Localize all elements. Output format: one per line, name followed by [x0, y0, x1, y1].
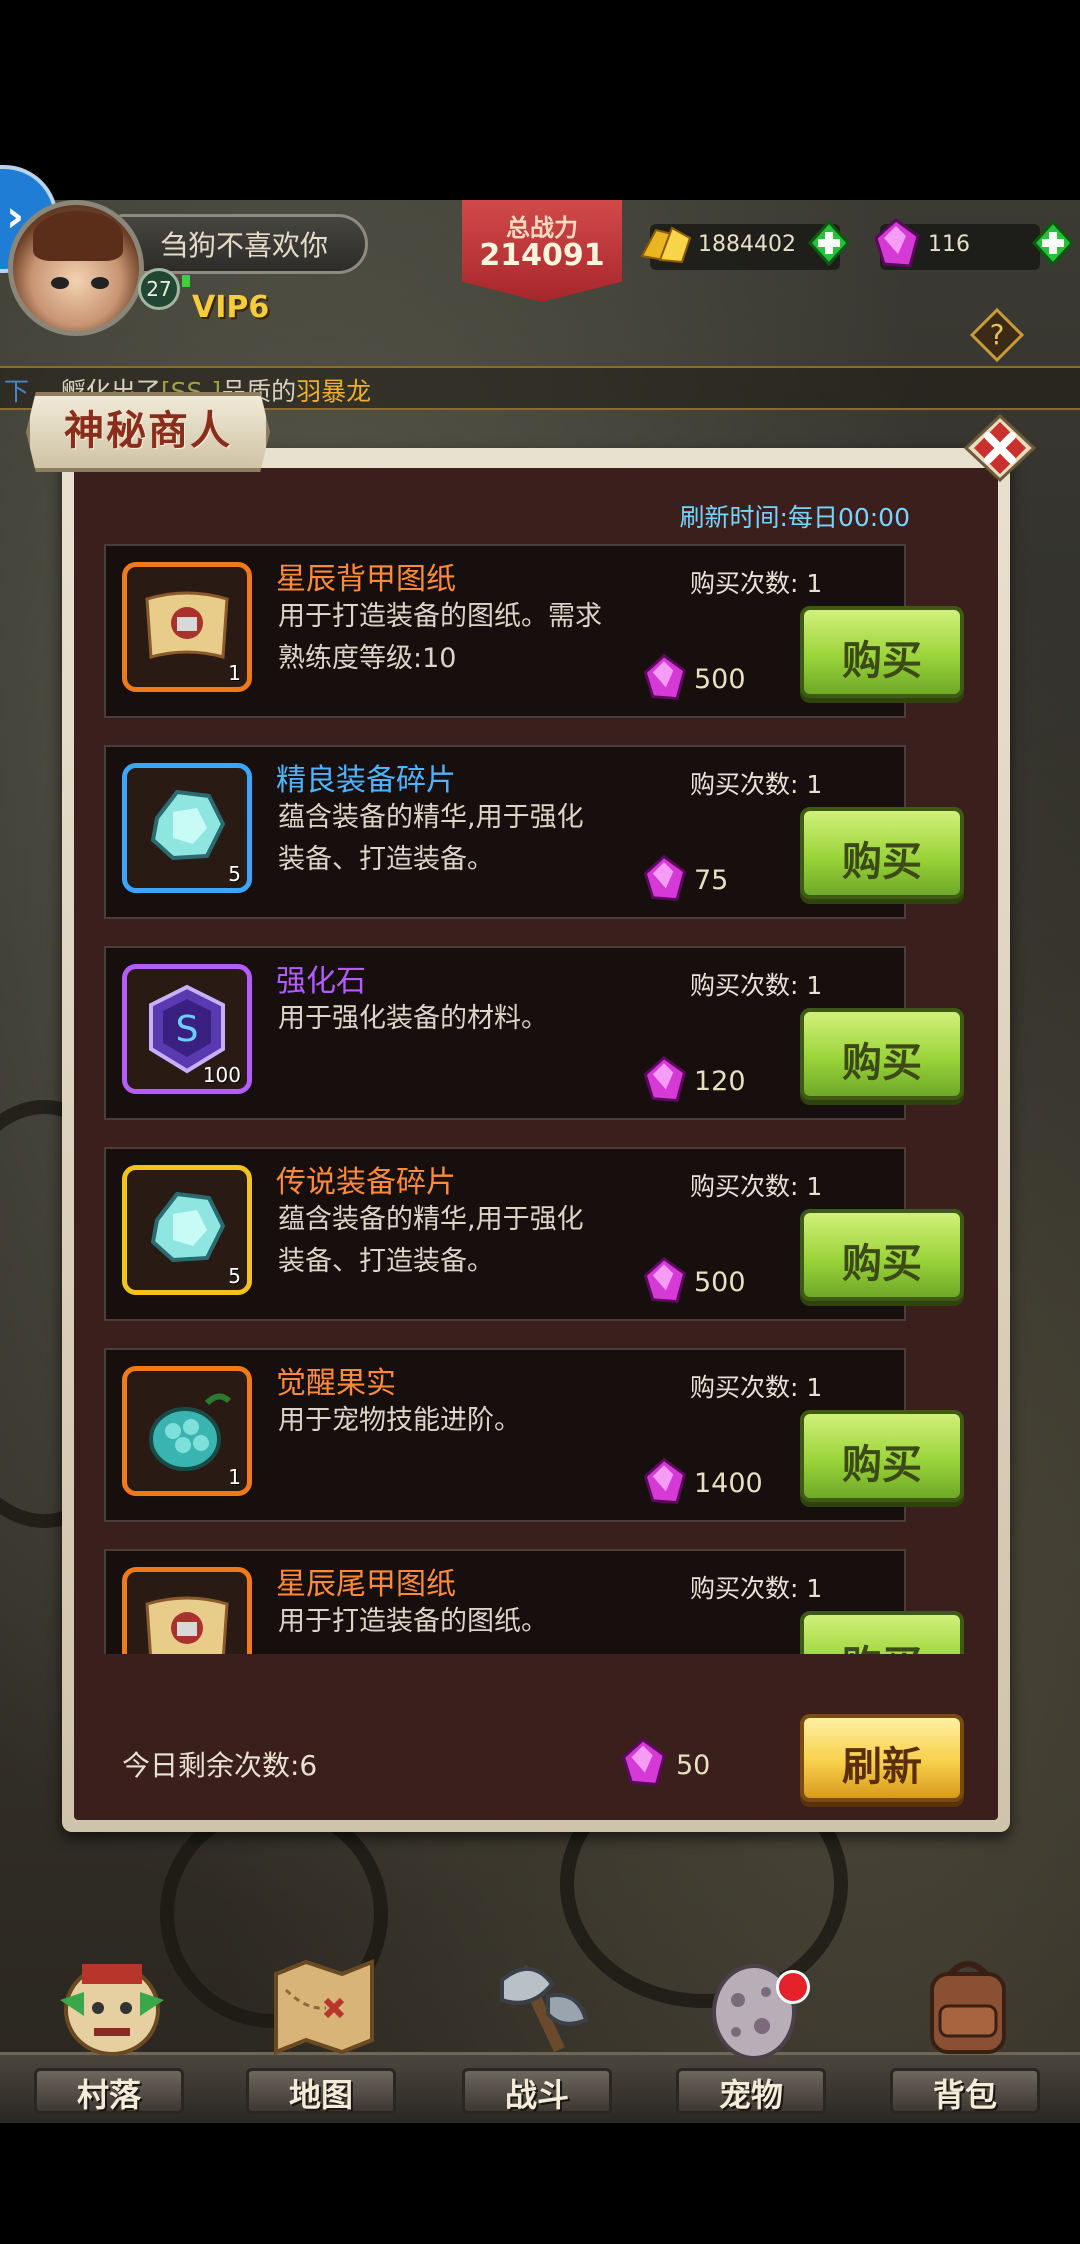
- village-totem-icon: [54, 1950, 170, 2060]
- buy-button[interactable]: 购买: [800, 606, 964, 698]
- item-name: 强化石: [276, 964, 366, 999]
- notification-dot: [776, 1970, 810, 2004]
- shop-item: S 100 强化石用于强化装备的材料。 购买次数: 1 120 购买: [104, 946, 966, 1120]
- shop-item-list[interactable]: 1 星辰背甲图纸 用于打造装备的图纸。需求熟练度等级:10 购买次数: 1 500 购买 5…: [104, 544, 966, 1654]
- item-price: 500: [694, 664, 746, 695]
- refresh-time: 刷新时间:每日00:00: [679, 503, 910, 532]
- shop-item: 1 星辰尾甲图纸用于打造装备的图纸。 购买次数: 1 购买: [104, 1549, 966, 1654]
- buy-button[interactable]: 购买: [800, 1410, 964, 1502]
- gem-icon: [622, 1737, 666, 1786]
- item-quantity: 100: [202, 1063, 241, 1087]
- player-name: 刍狗不喜欢你: [160, 229, 329, 262]
- shop-item: 1 觉醒果实用于宠物技能进阶。 购买次数: 1 1400 购买: [104, 1348, 966, 1522]
- gem-amount: 116: [928, 232, 970, 257]
- vip-badge[interactable]: VIP6: [192, 290, 269, 325]
- purchase-limit: 购买次数: 1: [690, 770, 823, 799]
- help-icon[interactable]: ?: [968, 306, 1026, 364]
- nav-item-pet[interactable]: 宠物: [666, 1950, 836, 2120]
- gem-icon: [643, 1256, 687, 1304]
- item-quantity: 5: [228, 1264, 241, 1288]
- battle-axe-icon: [482, 1950, 598, 2060]
- gem-icon: [643, 653, 687, 701]
- purchase-limit: 购买次数: 1: [690, 1574, 823, 1603]
- item-name: 觉醒果实: [276, 1366, 396, 1401]
- map-icon: [266, 1950, 382, 2060]
- item-price: 120: [694, 1066, 746, 1097]
- svg-text:S: S: [176, 1009, 199, 1050]
- nav-label: 地图: [288, 2076, 353, 2114]
- level-badge: 27: [138, 268, 180, 310]
- purchase-limit: 购买次数: 1: [690, 971, 823, 1000]
- item-icon-frame[interactable]: 5: [122, 763, 252, 893]
- refresh-button[interactable]: 刷新: [800, 1714, 964, 1802]
- gem-icon: [643, 854, 687, 902]
- purchase-limit: 购买次数: 1: [690, 1373, 823, 1402]
- backpack-icon: [910, 1950, 1026, 2060]
- item-icon-frame[interactable]: 1: [122, 562, 252, 692]
- nav-item-village[interactable]: 村落: [24, 1950, 194, 2120]
- item-description: 用于打造装备的图纸。: [278, 1606, 548, 1637]
- shop-item: 5 精良装备碎片蕴含装备的精华,用于强化装备、打造装备。 购买次数: 1 75 购买: [104, 745, 966, 919]
- refresh-cost: 50: [676, 1750, 711, 1781]
- item-description: 用于强化装备的材料。: [278, 1003, 548, 1034]
- gem-icon: [643, 1055, 687, 1103]
- nav-label: 宠物: [718, 2076, 783, 2114]
- gold-icon: [640, 226, 692, 264]
- item-description: 用于宠物技能进阶。: [278, 1405, 521, 1436]
- nav-item-map[interactable]: 地图: [236, 1950, 406, 2120]
- item-quantity: 5: [228, 862, 241, 886]
- shop-item: 1 星辰背甲图纸用于打造装备的图纸。需求熟练度等级:10 购买次数: 1 500 购买: [104, 544, 966, 718]
- close-icon[interactable]: [964, 414, 1036, 482]
- purchase-limit: 购买次数: 1: [690, 1172, 823, 1201]
- shop-item: 5 传说装备碎片蕴含装备的精华,用于强化装备、打造装备。 购买次数: 1 500 购买: [104, 1147, 966, 1321]
- remaining-count: 今日剩余次数:6: [122, 1749, 318, 1782]
- power-value: 214091: [479, 238, 605, 273]
- nav-item-bag[interactable]: 背包: [880, 1950, 1050, 2120]
- item-icon-frame[interactable]: S 100: [122, 964, 252, 1094]
- item-quantity: 1: [228, 661, 241, 685]
- buy-button[interactable]: 购买: [800, 1611, 964, 1654]
- gem-icon: [874, 218, 920, 268]
- item-price: 75: [694, 865, 729, 896]
- item-description: 用于打造装备的图纸。需求熟练度等级:10: [278, 601, 602, 674]
- svg-text:?: ?: [990, 318, 1005, 351]
- item-description: 蕴含装备的精华,用于强化装备、打造装备。: [278, 802, 584, 875]
- item-price: 500: [694, 1267, 746, 1298]
- nav-label: 背包: [932, 2076, 997, 2114]
- item-name: 精良装备碎片: [276, 763, 456, 798]
- add-gold-button[interactable]: [802, 220, 856, 266]
- item-name: 星辰背甲图纸: [276, 562, 456, 597]
- level-progress-mark: [182, 275, 190, 287]
- item-icon-frame[interactable]: 1: [122, 1567, 252, 1654]
- nav-item-battle[interactable]: 战斗: [452, 1950, 622, 2120]
- buy-button[interactable]: 购买: [800, 807, 964, 899]
- pet-egg-icon: [696, 1950, 812, 2060]
- purchase-limit: 购买次数: 1: [690, 569, 823, 598]
- item-description: 蕴含装备的精华,用于强化装备、打造装备。: [278, 1204, 584, 1277]
- item-name: 传说装备碎片: [276, 1165, 456, 1200]
- item-icon-frame[interactable]: 1: [122, 1366, 252, 1496]
- item-quantity: 1: [228, 1465, 241, 1489]
- gem-icon: [643, 1457, 687, 1505]
- player-avatar[interactable]: [8, 200, 144, 336]
- item-icon-frame[interactable]: 5: [122, 1165, 252, 1295]
- item-name: 星辰尾甲图纸: [276, 1567, 456, 1602]
- item-price: 1400: [694, 1468, 763, 1499]
- buy-button[interactable]: 购买: [800, 1008, 964, 1100]
- add-gem-button[interactable]: [1026, 220, 1080, 266]
- buy-button[interactable]: 购买: [800, 1209, 964, 1301]
- nav-label: 村落: [76, 2076, 141, 2114]
- dialog-title: 神秘商人: [64, 408, 232, 454]
- gold-amount: 1884402: [698, 232, 796, 257]
- nav-label: 战斗: [504, 2076, 569, 2114]
